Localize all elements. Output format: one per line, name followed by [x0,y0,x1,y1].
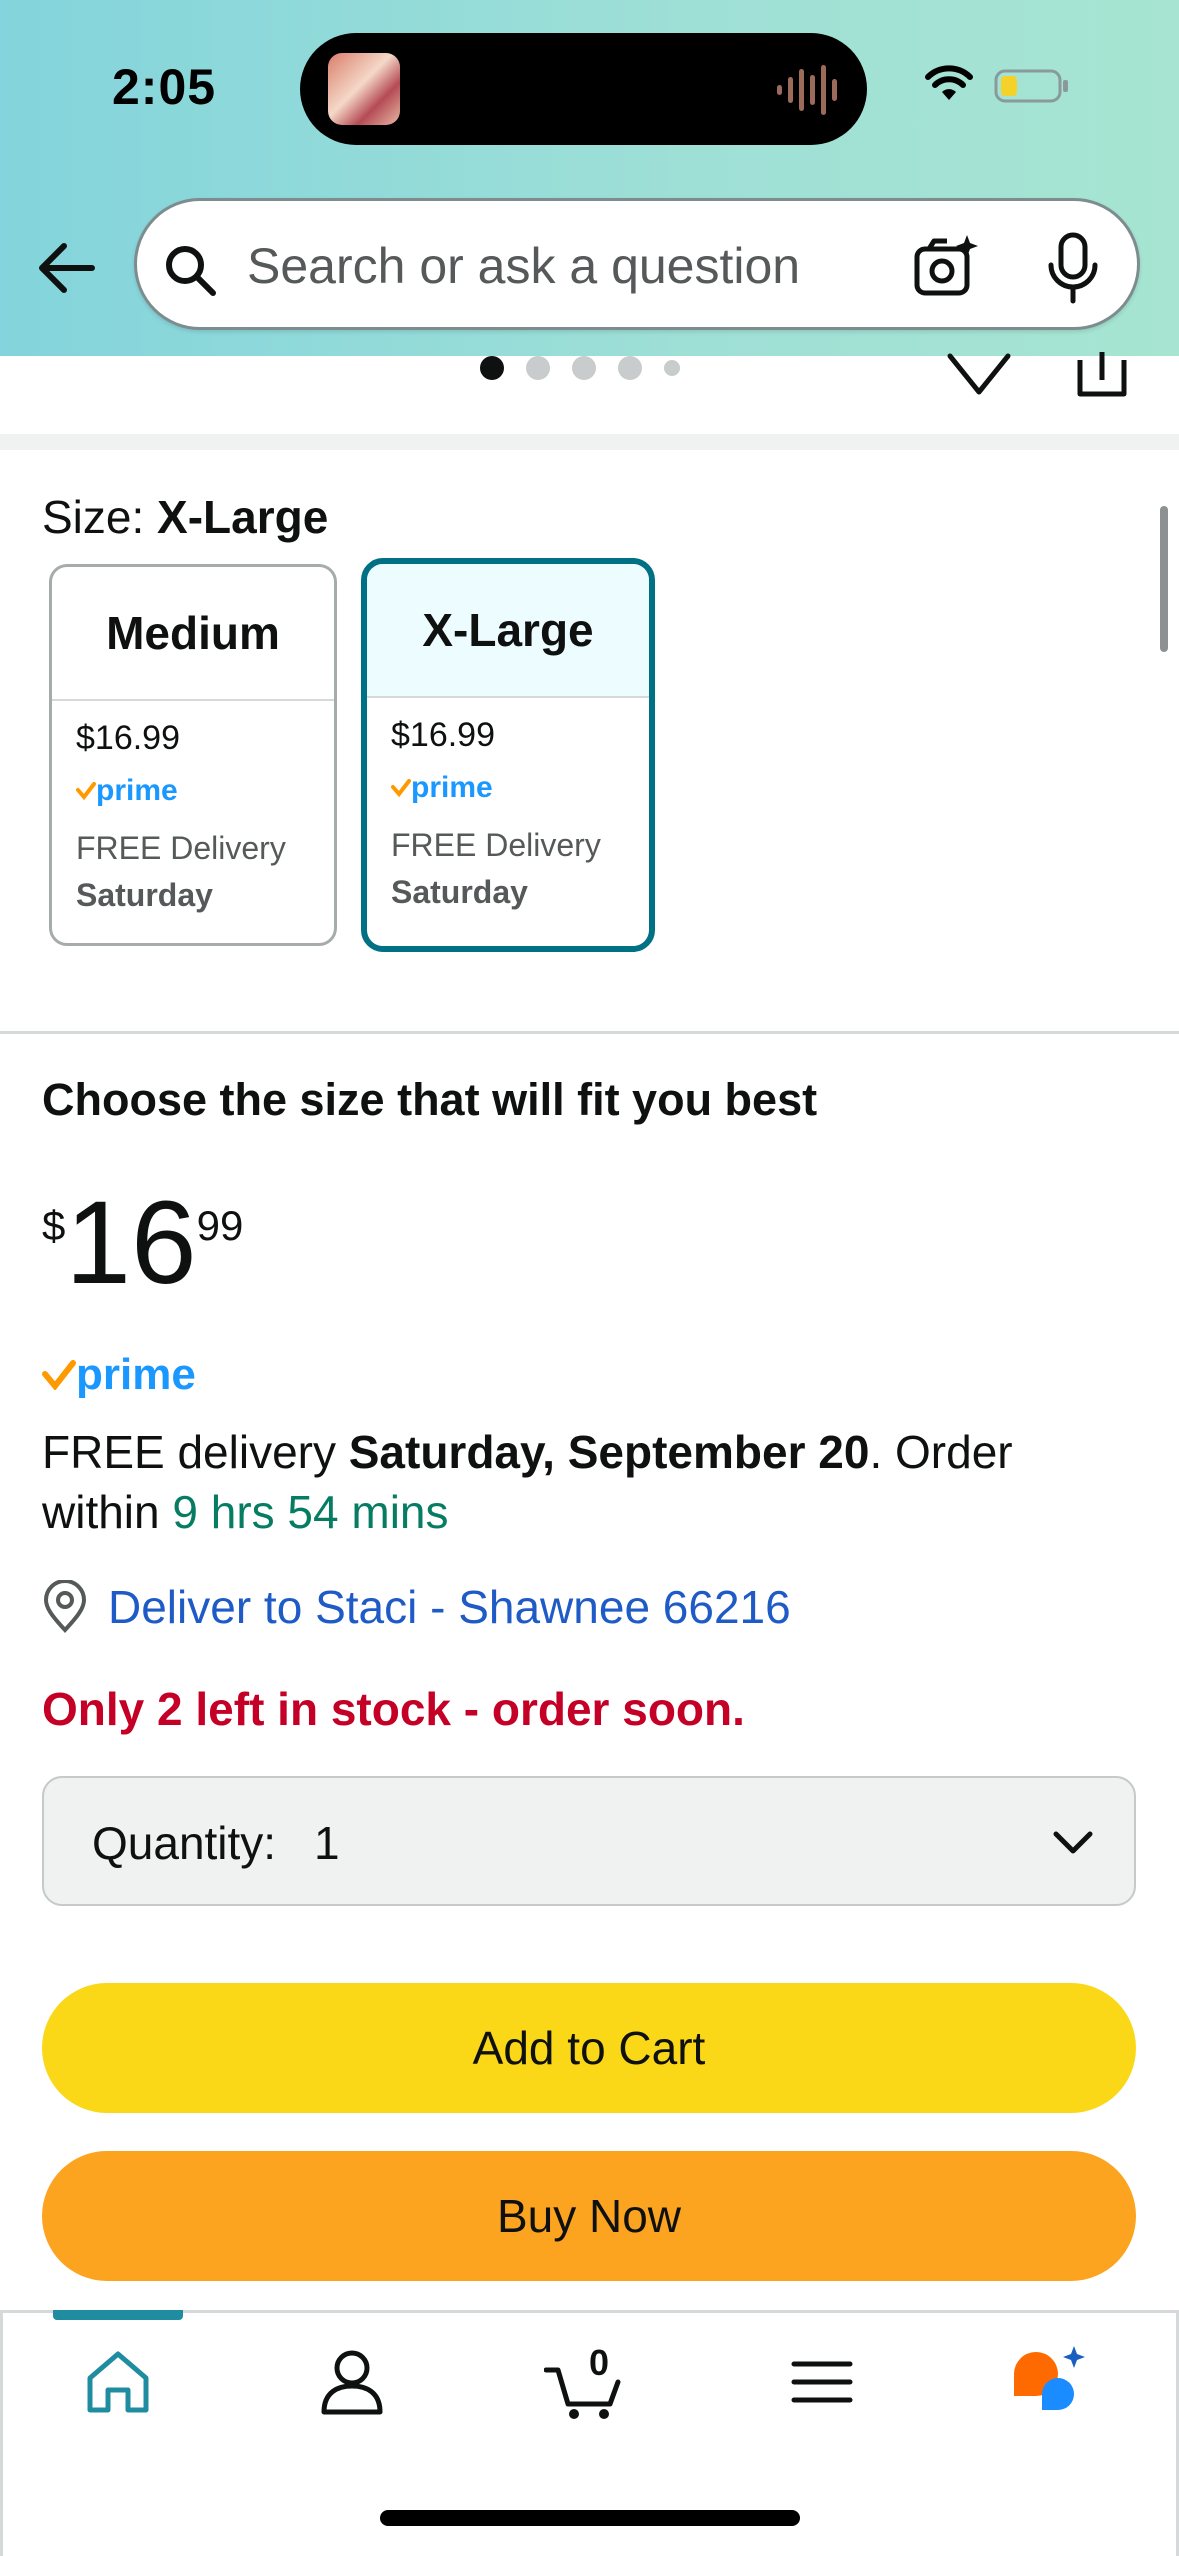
rufus-icon[interactable] [1010,2342,1090,2422]
scrollbar[interactable] [1160,506,1168,652]
menu-icon[interactable] [782,2342,862,2422]
app-header: 2:05 [0,0,1179,356]
delivery-date: Saturday, September 20 [348,1426,870,1478]
gallery-dot[interactable] [572,356,596,380]
section-divider [0,434,1179,450]
status-time: 2:05 [112,59,217,115]
prime-check-icon [42,1360,76,1390]
size-option-name: Medium [52,567,334,701]
wifi-icon [925,65,973,100]
active-tab-indicator [53,2310,183,2320]
add-to-cart-button[interactable]: Add to Cart [42,1983,1136,2113]
size-option-medium[interactable]: Medium $16.99 prime FREE Delivery Saturd… [49,564,337,946]
search-bar[interactable] [134,198,1140,330]
size-label: Size: X-Large [42,490,328,544]
size-option-name: X-Large [367,564,649,698]
dynamic-island[interactable] [300,33,867,145]
now-playing-thumbnail [328,53,400,125]
delivery-info: FREE delivery Saturday, September 20. Or… [42,1422,1122,1542]
size-option-price: $16.99 [76,719,180,757]
delivery-prefix: FREE delivery [42,1426,349,1478]
quantity-value: 1 [314,1817,340,1869]
audio-wave-icon [777,65,837,115]
camera-icon[interactable] [911,231,981,301]
chevron-down-icon [1053,1831,1093,1854]
section-divider [0,1031,1179,1034]
size-label-text: Size: [42,491,145,543]
price-symbol: $ [42,1202,66,1249]
cart-count-badge: 0 [588,2342,610,2383]
buy-now-button[interactable]: Buy Now [42,2151,1136,2281]
battery-icon [994,69,1068,103]
size-option-xlarge[interactable]: X-Large $16.99 prime FREE Delivery Satur… [361,558,655,952]
quantity-select[interactable]: Quantity: 1 [42,1776,1136,1906]
size-option-day: Saturday [76,877,213,913]
price: $ 16 99 [42,1177,244,1309]
size-option-delivery: FREE Delivery [76,830,286,866]
home-indicator[interactable] [380,2510,800,2526]
size-option-day: Saturday [391,874,528,910]
prime-badge: prime [391,771,649,805]
search-icon [166,246,216,296]
prime-check-icon [76,782,96,800]
delivery-countdown: 9 hrs 54 mins [172,1486,449,1538]
size-fit-headline: Choose the size that will fit you best [42,1074,818,1125]
quantity-label: Quantity: [92,1817,277,1869]
heart-icon[interactable] [946,352,1012,398]
gallery-dot[interactable] [618,356,642,380]
home-icon[interactable] [78,2342,158,2422]
size-selected-value: X-Large [157,491,329,543]
prime-badge: prime [76,774,334,808]
gallery-dot[interactable] [664,360,680,376]
size-option-delivery: FREE Delivery [391,827,601,863]
prime-check-icon [391,779,411,797]
gallery-dot[interactable] [526,356,550,380]
search-input[interactable] [247,231,847,301]
share-icon[interactable] [1074,352,1130,398]
stock-status: Only 2 left in stock - order soon. [42,1683,745,1735]
prime-badge: prime [42,1350,196,1400]
price-whole: 16 [65,1177,197,1309]
deliver-to-link[interactable]: Deliver to Staci - Shawnee 66216 [108,1580,791,1634]
back-icon[interactable] [34,236,98,300]
image-gallery-dots[interactable] [480,354,680,382]
gallery-dot[interactable] [480,356,504,380]
prime-label: prime [411,771,493,804]
mic-icon[interactable] [1041,231,1105,305]
price-fraction: 99 [196,1202,244,1249]
prime-label: prime [76,1350,196,1399]
location-icon[interactable] [42,1580,88,1634]
prime-label: prime [96,774,178,807]
size-option-price: $16.99 [391,716,495,754]
account-icon[interactable] [312,2342,392,2422]
